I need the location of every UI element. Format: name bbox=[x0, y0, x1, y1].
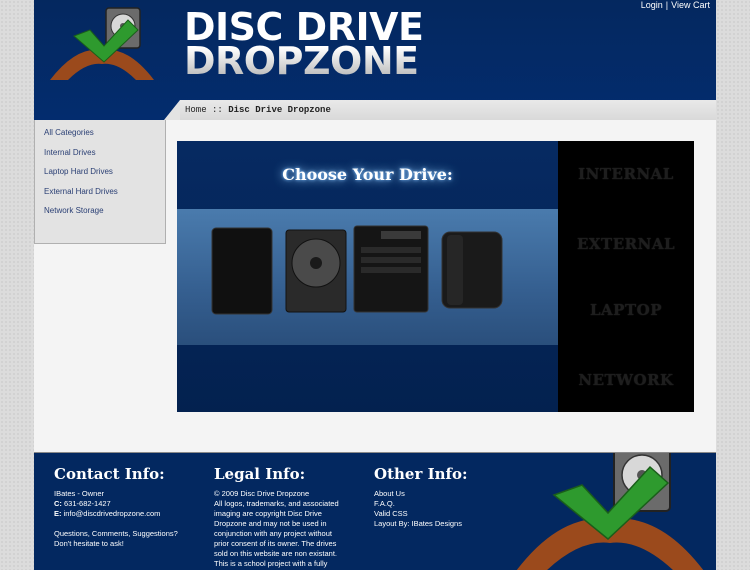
link-separator: | bbox=[665, 0, 669, 10]
drives-strip bbox=[177, 209, 558, 345]
breadcrumb-separator: :: bbox=[212, 105, 223, 115]
legal-line: sold on this website are non existant. bbox=[214, 549, 337, 558]
contact-email-line: E: info@discdrivedropzone.com bbox=[54, 509, 178, 519]
footer-contact: Contact Info: IBates - Owner C: 631-682-… bbox=[54, 465, 178, 549]
sidebar-item-laptop-hard-drives[interactable]: Laptop Hard Drives bbox=[35, 165, 165, 185]
login-link[interactable]: Login bbox=[641, 0, 663, 10]
drive-link-external[interactable]: EXTERNAL bbox=[558, 235, 694, 253]
footer-link-faq[interactable]: F.A.Q. bbox=[374, 499, 468, 509]
site-title-line2: DROPZONE bbox=[184, 39, 419, 83]
legal-line: This is a school project with a fully bbox=[214, 559, 328, 568]
breadcrumb-notch bbox=[164, 100, 180, 120]
phone-label: C: bbox=[54, 499, 62, 508]
banner-image-area: Choose Your Drive: bbox=[177, 141, 558, 412]
drive-type-menu: INTERNAL EXTERNAL LAPTOP NETWORK bbox=[558, 141, 694, 412]
legal-line: © 2009 Disc Drive Dropzone bbox=[214, 489, 310, 498]
footer-link-layout-by[interactable]: Layout By: IBates Designs bbox=[374, 519, 468, 529]
sidebar-item-internal-drives[interactable]: Internal Drives bbox=[35, 146, 165, 166]
contact-owner: IBates - Owner bbox=[54, 489, 105, 498]
legal-line: Dropzone and may not be used in bbox=[214, 519, 327, 528]
external-drive-image[interactable] bbox=[441, 231, 503, 309]
contact-note-2: Don't hesitate to ask! bbox=[54, 539, 124, 548]
view-cart-link[interactable]: View Cart bbox=[671, 0, 710, 10]
footer-link-valid-css[interactable]: Valid CSS bbox=[374, 509, 468, 519]
legal-heading: Legal Info: bbox=[214, 465, 306, 483]
other-heading: Other Info: bbox=[374, 465, 468, 483]
contact-email[interactable]: info@discdrivedropzone.com bbox=[64, 509, 161, 518]
bare-drive-image[interactable] bbox=[285, 229, 347, 313]
breadcrumb-home[interactable]: Home bbox=[185, 105, 207, 115]
sidebar-item-all-categories[interactable]: All Categories bbox=[35, 126, 165, 146]
footer-other: Other Info: About Us F.A.Q. Valid CSS La… bbox=[374, 465, 468, 529]
drive-chooser-banner: Choose Your Drive: INTERNAL EXTERNAL LAP… bbox=[177, 141, 694, 412]
legal-line: All logos, trademarks, and associated bbox=[214, 499, 339, 508]
category-sidebar: All Categories Internal Drives Laptop Ha… bbox=[34, 120, 166, 244]
email-label: E: bbox=[54, 509, 62, 518]
account-links: Login | View Cart bbox=[641, 0, 710, 10]
legal-line: conjunction with any project without bbox=[214, 529, 332, 538]
breadcrumb: Home :: Disc Drive Dropzone bbox=[180, 100, 716, 120]
legal-line: imaging are copyright Disc Drive bbox=[214, 509, 322, 518]
page: Login | View Cart DISC DRIVE DROPZONE Home… bbox=[34, 0, 716, 570]
drive-link-internal[interactable]: INTERNAL bbox=[558, 165, 694, 183]
contact-heading: Contact Info: bbox=[54, 465, 165, 483]
site-title[interactable]: DISC DRIVE DROPZONE bbox=[184, 10, 484, 78]
contact-phone-line: C: 631-682-1427 bbox=[54, 499, 178, 509]
site-logo-icon[interactable] bbox=[46, 6, 158, 84]
sidebar-item-network-storage[interactable]: Network Storage bbox=[35, 204, 165, 224]
site-footer: Contact Info: IBates - Owner C: 631-682-… bbox=[34, 453, 716, 570]
internal-drive-image[interactable] bbox=[211, 227, 273, 315]
contact-note-1: Questions, Comments, Suggestions? bbox=[54, 529, 178, 538]
footer-logo-icon bbox=[516, 453, 704, 570]
breadcrumb-current: Disc Drive Dropzone bbox=[228, 105, 331, 115]
legal-line: prior consent of its owner. The drives bbox=[214, 539, 337, 548]
footer-link-about-us[interactable]: About Us bbox=[374, 489, 468, 499]
network-drive-image[interactable] bbox=[353, 225, 429, 313]
drive-link-laptop[interactable]: LAPTOP bbox=[558, 301, 694, 319]
contact-phone: 631-682-1427 bbox=[64, 499, 111, 508]
sidebar-item-external-hard-drives[interactable]: External Hard Drives bbox=[35, 185, 165, 205]
drive-link-network[interactable]: NETWORK bbox=[558, 371, 694, 389]
banner-title: Choose Your Drive: bbox=[282, 165, 453, 184]
footer-legal: Legal Info: © 2009 Disc Drive Dropzone A… bbox=[214, 465, 339, 569]
